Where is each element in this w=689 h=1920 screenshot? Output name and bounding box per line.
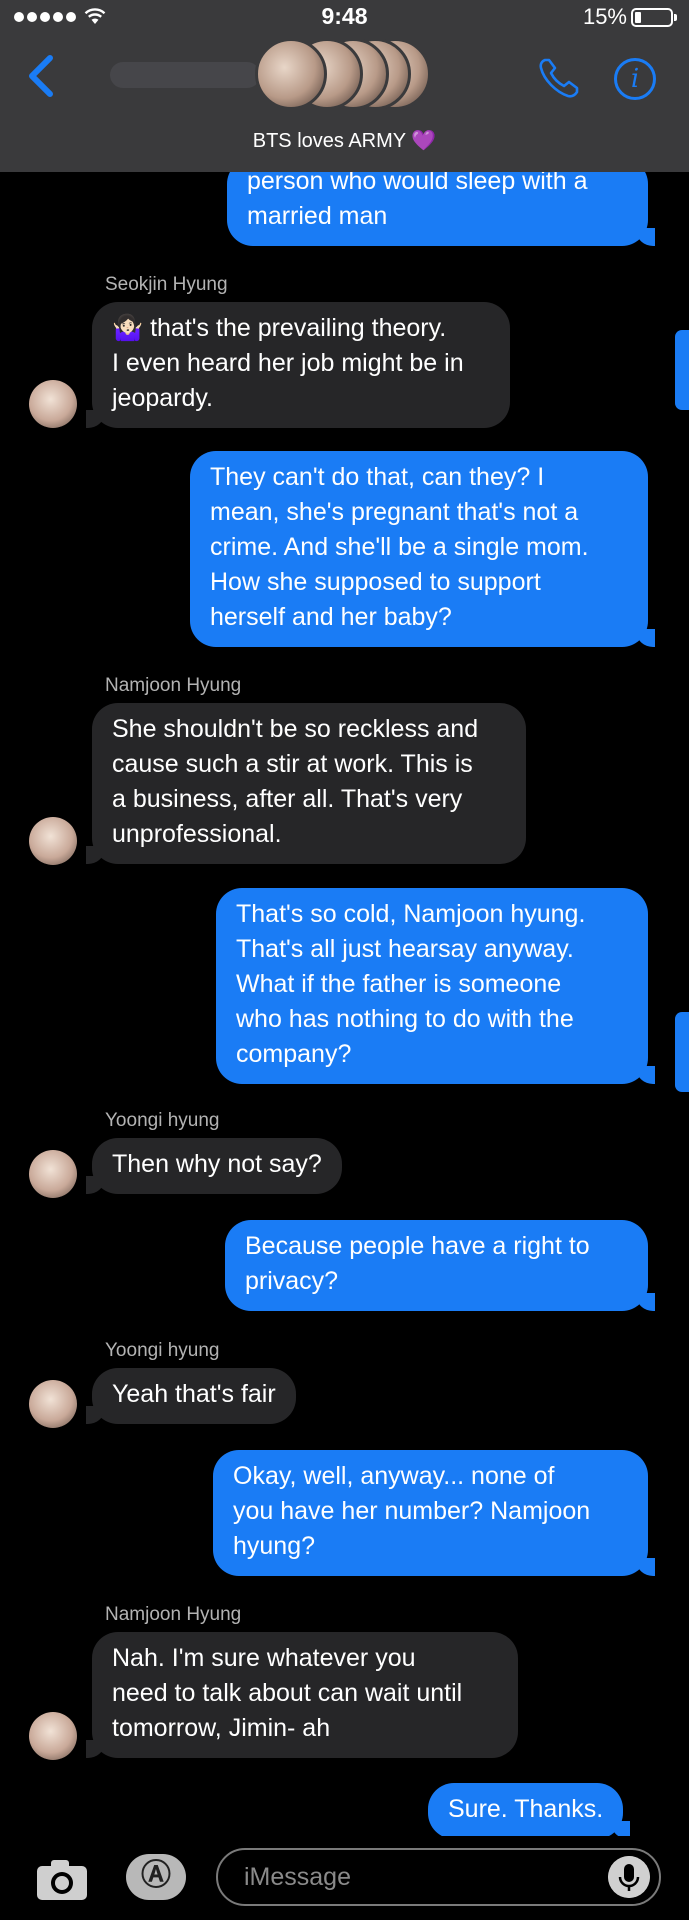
outgoing-message[interactable]: That's so cold, Namjoon hyung. That's al… [216,888,655,1084]
sender-avatar[interactable] [29,1712,77,1760]
outgoing-message[interactable]: Okay, well, anyway... none of you have h… [213,1450,655,1576]
navigation-header: 9:48 15% BTS loves ARMY 💜 i [0,0,689,172]
message-line: Yeah that's fair [112,1380,276,1408]
group-name-text: BTS loves ARMY [252,130,406,152]
message-line: tomorrow, Jimin- ah [112,1714,331,1742]
sender-name: Yoongi hyung [105,1340,220,1361]
group-avatars[interactable] [255,38,435,118]
sender-avatar[interactable] [29,1150,77,1198]
message-line: What if the father is someone [236,970,562,998]
message-line: That's all just hearsay anyway. [236,935,574,963]
camera-icon[interactable] [36,1858,88,1902]
message-line: That's so cold, Namjoon hyung. [236,900,586,928]
outgoing-message[interactable]: Because people have a right to privacy? [225,1220,655,1311]
message-line: Sure. Thanks. [448,1795,604,1823]
sender-name: Namjoon Hyung [105,1604,242,1625]
incoming-message[interactable]: She shouldn't be so reckless and cause s… [86,703,526,864]
message-line: privacy? [245,1267,339,1295]
message-line: married man [247,202,388,230]
incoming-message[interactable]: Nah. I'm sure whatever you need to talk … [86,1632,518,1758]
app-store-icon[interactable]: Ⓐ [126,1854,186,1900]
sender-name: Yoongi hyung [105,1110,220,1131]
outgoing-message[interactable]: Sure. Thanks. [428,1783,631,1839]
outgoing-message[interactable]: They can't do that, can they? I mean, sh… [190,451,655,647]
back-chevron-icon[interactable] [26,54,56,98]
blurred-unread-label [110,62,260,88]
message-line: a business, after all. That's very [112,785,463,813]
imessage-input[interactable] [216,1848,661,1906]
message-line: unprofessional. [112,820,282,848]
message-line: Because people have a right to [245,1232,590,1260]
message-line: company? [236,1040,352,1068]
message-line: need to talk about can wait until [112,1679,463,1707]
message-composer: Ⓐ [0,1836,689,1920]
message-line: They can't do that, can they? I [210,463,545,491]
battery-percentage: 15% [582,4,627,29]
member-avatar [255,38,327,110]
message-line: jeopardy. [112,384,213,412]
scroll-indicator[interactable] [675,1012,689,1092]
message-line: crime. And she'll be a single mom. [210,533,589,561]
incoming-message[interactable]: Then why not say? [86,1138,342,1194]
scroll-indicator[interactable] [675,330,689,410]
message-line: hyung? [233,1532,316,1560]
incoming-message[interactable]: Yeah that's fair [86,1368,296,1424]
message-line: I even heard her job might be in [112,349,464,377]
message-line: you have her number? Namjoon [233,1497,591,1525]
incoming-message[interactable]: 🤷🏻‍♀️ that's the prevailing theory. I ev… [86,302,510,428]
message-line: mean, she's pregnant that's not a [210,498,579,526]
sender-name: Seokjin Hyung [105,274,228,295]
message-line: Nah. I'm sure whatever you [112,1644,416,1672]
sender-avatar[interactable] [29,817,77,865]
message-line: She shouldn't be so reckless and [112,715,479,743]
info-icon[interactable]: i [614,58,656,100]
message-line: Then why not say? [112,1150,322,1178]
sender-avatar[interactable] [29,1380,77,1428]
message-line: How she supposed to support [210,568,541,596]
battery-icon [631,8,677,27]
message-line: herself and her baby? [210,603,452,631]
message-line: cause such a stir at work. This is [112,750,473,778]
group-name[interactable]: BTS loves ARMY 💜 [0,128,689,153]
sender-name: Namjoon Hyung [105,675,242,696]
microphone-icon[interactable] [608,1856,650,1898]
purple-heart-emoji: 💜 [411,130,437,152]
message-line: who has nothing to do with the [236,1005,574,1033]
status-bar: 9:48 15% [0,0,689,34]
message-line: 🤷🏻‍♀️ that's the prevailing theory. [112,314,447,342]
message-line: Okay, well, anyway... none of [233,1462,555,1490]
phone-call-icon[interactable] [537,56,581,100]
sender-avatar[interactable] [29,380,77,428]
